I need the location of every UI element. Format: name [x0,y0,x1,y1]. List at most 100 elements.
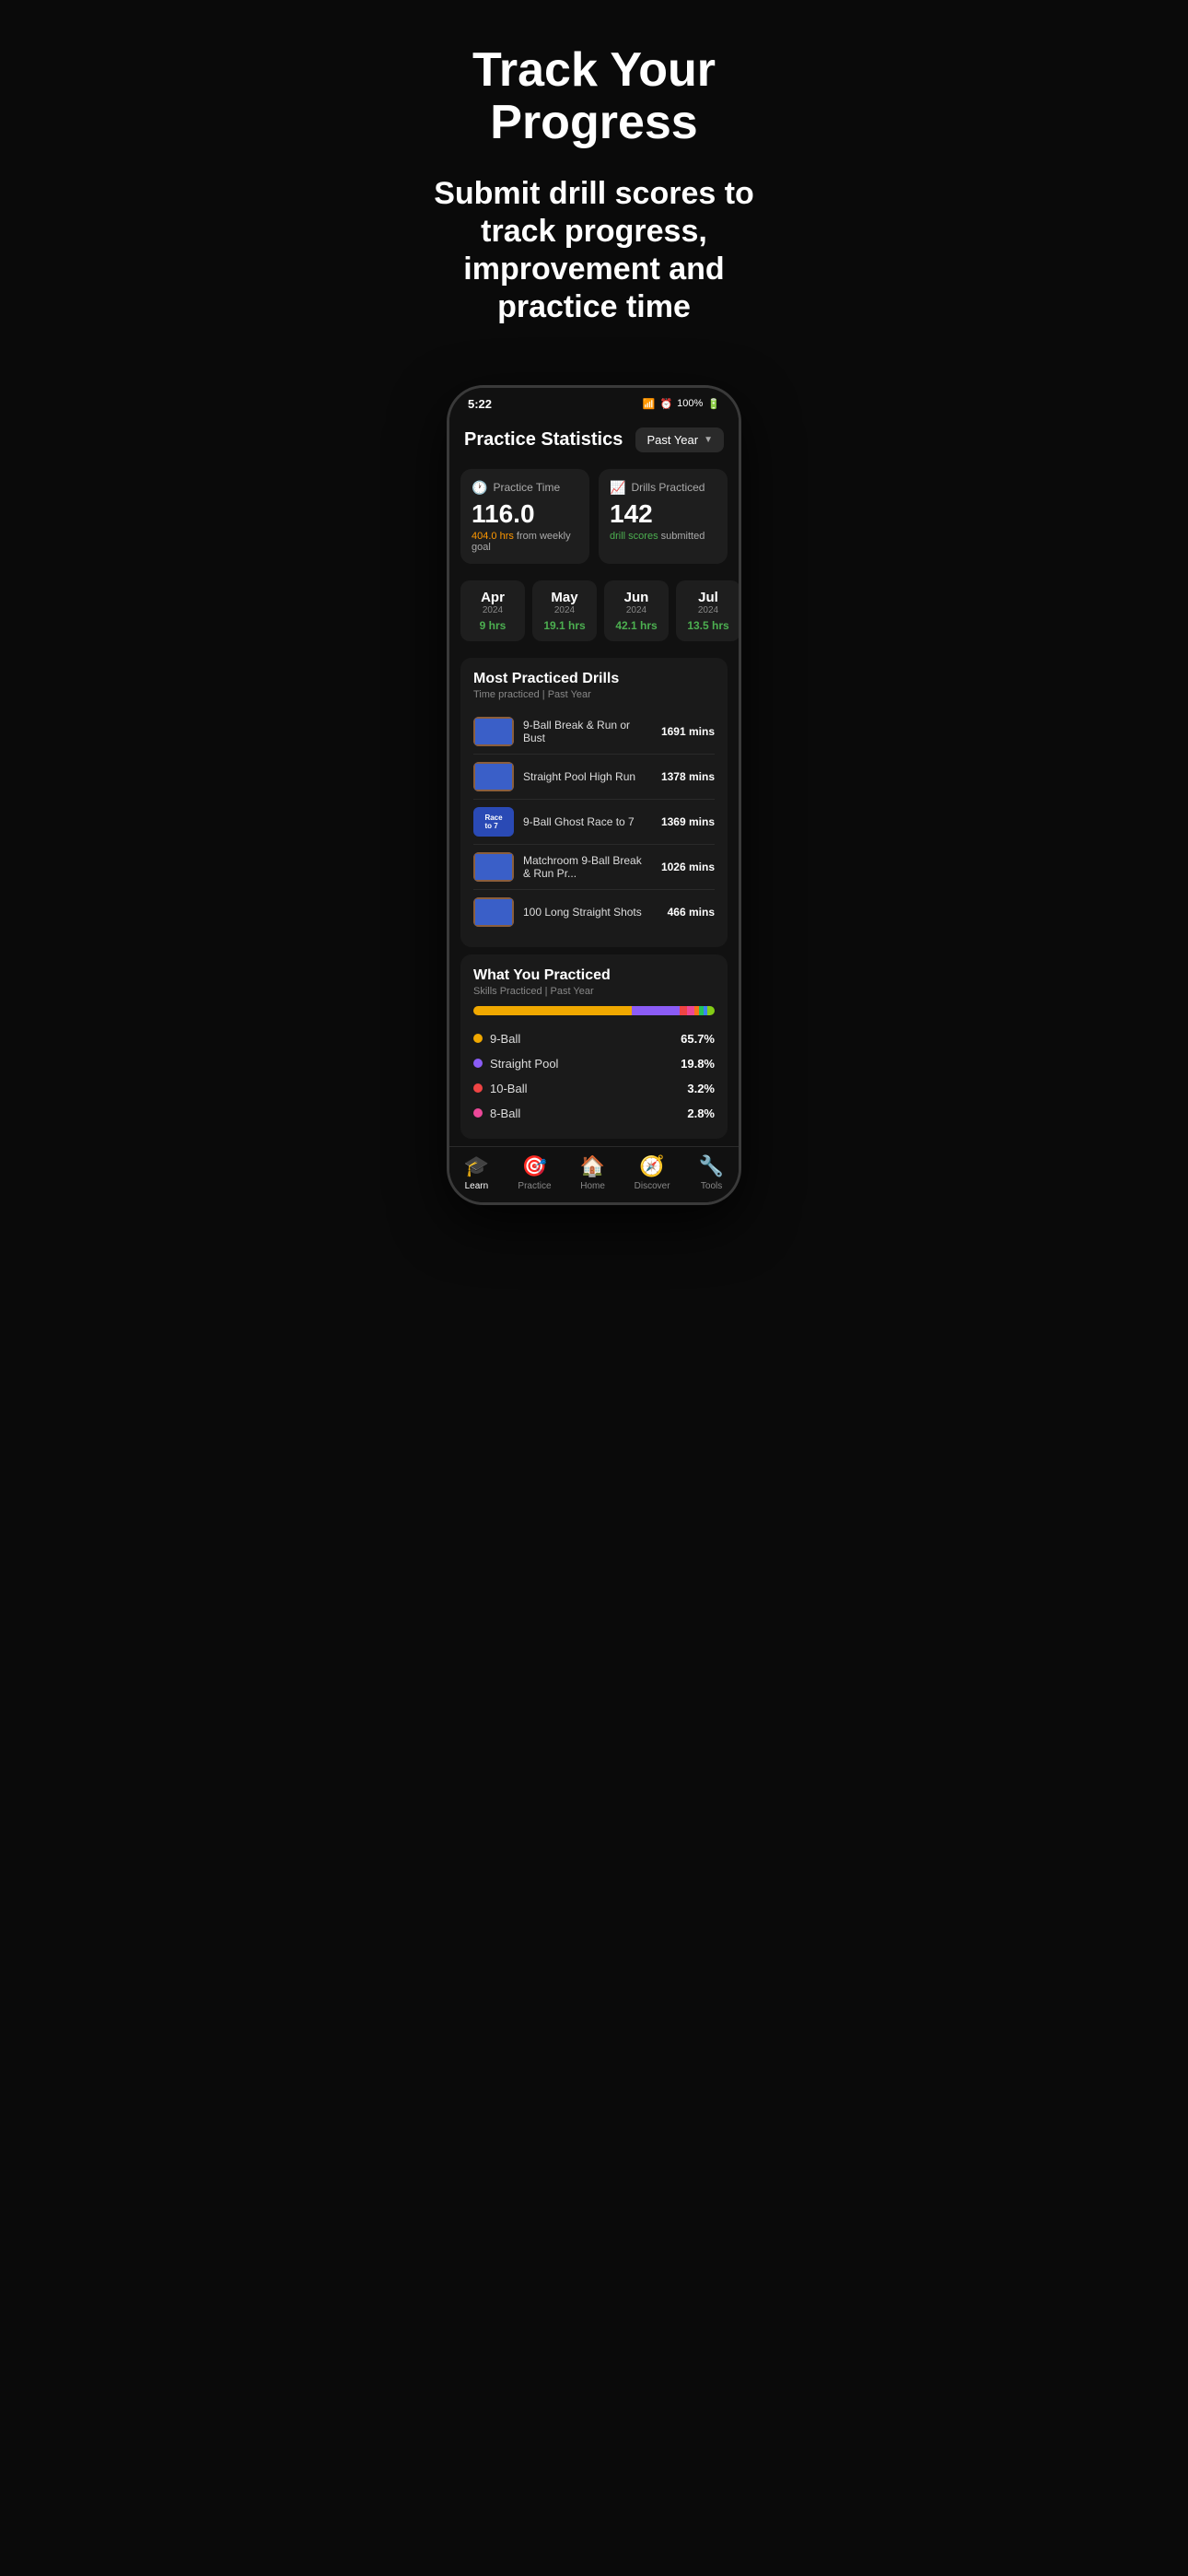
drills-practiced-header: 📈 Drills Practiced [610,480,716,496]
nav-item-home[interactable]: 🏠 Home [580,1154,605,1191]
nav-label-learn: Learn [465,1181,489,1191]
nav-icon-tools: 🔧 [699,1154,724,1178]
skill-row: 9-Ball 65.7% [473,1026,715,1051]
drills-practiced-card: 📈 Drills Practiced 142 drill scores subm… [599,469,728,564]
drill-name: 9-Ball Ghost Race to 7 [523,815,652,828]
screen-title: Practice Statistics [464,429,623,451]
practice-time-orange: 404.0 hrs [472,531,514,542]
nav-icon-discover: 🧭 [639,1154,664,1178]
what-practiced-sub: Skills Practiced | Past Year [473,986,715,997]
drills-practiced-label: Drills Practiced [631,481,705,494]
drill-row[interactable]: Straight Pool High Run 1378 mins [473,755,715,800]
skill-dot [473,1034,483,1043]
month-hrs: 19.1 hrs [543,619,586,632]
period-label: Past Year [646,433,698,447]
month-card[interactable]: Apr 2024 9 hrs [460,580,525,641]
month-name: May [543,590,586,605]
drill-row[interactable]: 100 Long Straight Shots 466 mins [473,890,715,934]
chart-icon: 📈 [610,480,625,496]
drill-thumbnail [473,897,514,927]
practice-time-value: 116.0 [472,501,578,527]
skills-bar [473,1006,715,1015]
drill-name: Matchroom 9-Ball Break & Run Pr... [523,854,652,880]
screen: Practice Statistics Past Year ▼ 🕐 Practi… [449,416,739,1202]
drill-mins: 1691 mins [661,725,715,738]
nav-item-practice[interactable]: 🎯 Practice [518,1154,551,1191]
most-practiced-title: Most Practiced Drills [473,671,715,687]
drill-thumbnail: Raceto 7 [473,807,514,837]
most-practiced-section: Most Practiced Drills Time practiced | P… [460,658,728,947]
month-card[interactable]: Jul 2024 13.5 hrs [676,580,739,641]
month-year: 2024 [687,605,729,615]
drill-mins: 1026 mins [661,861,715,873]
nav-label-discover: Discover [635,1181,670,1191]
skill-pct: 3.2% [687,1082,715,1095]
drill-name: Straight Pool High Run [523,770,652,783]
month-name: Jul [687,590,729,605]
practice-time-label: Practice Time [493,481,560,494]
hero-section: Track Your Progress Submit drill scores … [396,0,792,356]
phone-wrapper: 5:22 📶 ⏰ 100% 🔋 Practice Statistics Past… [396,356,792,1205]
month-name: Apr [472,590,514,605]
skill-label: 8-Ball [473,1107,687,1120]
wifi-icon: 📶 [643,398,656,410]
drill-row[interactable]: Raceto 7 9-Ball Ghost Race to 7 1369 min… [473,800,715,845]
most-practiced-sub: Time practiced | Past Year [473,689,715,700]
skill-row: Straight Pool 19.8% [473,1051,715,1076]
phone-frame: 5:22 📶 ⏰ 100% 🔋 Practice Statistics Past… [447,385,741,1205]
bar-segment [687,1006,693,1015]
skill-label: Straight Pool [473,1057,681,1071]
what-practiced-title: What You Practiced [473,967,715,984]
practice-time-sub: 404.0 hrs from weekly goal [472,531,578,553]
hero-title: Track Your Progress [418,44,770,149]
status-icons: 📶 ⏰ 100% 🔋 [643,398,720,410]
skill-dot [473,1059,483,1068]
what-practiced-section: What You Practiced Skills Practiced | Pa… [460,954,728,1139]
nav-label-tools: Tools [701,1181,722,1191]
skill-label: 10-Ball [473,1082,687,1095]
bar-segment [707,1006,715,1015]
month-hrs: 42.1 hrs [615,619,658,632]
skill-pct: 19.8% [681,1057,715,1071]
battery-label: 100% [677,398,703,409]
month-card[interactable]: Jun 2024 42.1 hrs [604,580,669,641]
month-year: 2024 [543,605,586,615]
status-bar: 5:22 📶 ⏰ 100% 🔋 [449,388,739,416]
month-hrs: 13.5 hrs [687,619,729,632]
drill-thumbnail [473,762,514,791]
skill-dot [473,1083,483,1093]
drill-mins: 1378 mins [661,770,715,783]
skill-row: 10-Ball 3.2% [473,1076,715,1101]
months-scroll[interactable]: Apr 2024 9 hrs May 2024 19.1 hrs Jun 202… [449,571,739,650]
clock-icon: 🕐 [472,480,487,496]
drill-name: 100 Long Straight Shots [523,906,658,919]
skill-dot [473,1108,483,1118]
drill-thumbnail [473,852,514,882]
chevron-down-icon: ▼ [704,435,713,445]
nav-item-learn[interactable]: 🎓 Learn [464,1154,489,1191]
drill-row[interactable]: Matchroom 9-Ball Break & Run Pr... 1026 … [473,845,715,890]
drills-sub-rest: submitted [658,531,705,542]
drill-mins: 466 mins [668,906,715,919]
period-button[interactable]: Past Year ▼ [635,427,724,452]
battery-icon: 🔋 [707,398,720,410]
drills-sub-green: drill scores [610,531,658,542]
stats-cards: 🕐 Practice Time 116.0 404.0 hrs from wee… [449,462,739,571]
drill-thumbnail [473,717,514,746]
drill-name: 9-Ball Break & Run or Bust [523,719,652,744]
month-name: Jun [615,590,658,605]
alarm-icon: ⏰ [659,398,672,410]
practice-time-header: 🕐 Practice Time [472,480,578,496]
bar-segment [680,1006,687,1015]
month-card[interactable]: May 2024 19.1 hrs [532,580,597,641]
drill-row[interactable]: 9-Ball Break & Run or Bust 1691 mins [473,709,715,755]
practice-time-card: 🕐 Practice Time 116.0 404.0 hrs from wee… [460,469,589,564]
skill-label: 9-Ball [473,1032,681,1046]
nav-icon-learn: 🎓 [464,1154,489,1178]
skill-row: 8-Ball 2.8% [473,1101,715,1126]
nav-label-home: Home [580,1181,605,1191]
nav-item-discover[interactable]: 🧭 Discover [635,1154,670,1191]
nav-item-tools[interactable]: 🔧 Tools [699,1154,724,1191]
month-year: 2024 [615,605,658,615]
drills-practiced-value: 142 [610,501,716,527]
